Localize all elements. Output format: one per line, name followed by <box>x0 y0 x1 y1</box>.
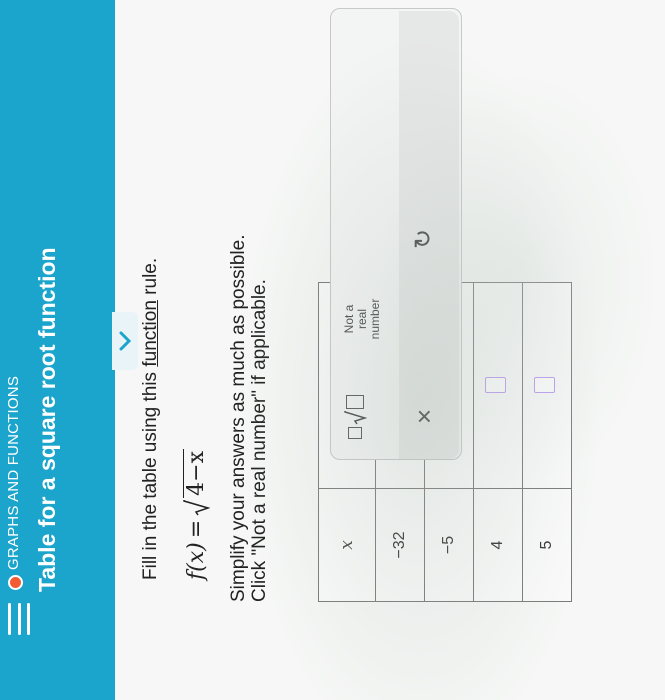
undo-button[interactable]: ↻ <box>409 229 438 249</box>
x-value: −5 <box>424 488 474 602</box>
table-row: 5 <box>522 282 572 602</box>
formula-equals: = <box>183 519 209 539</box>
header-bar: GRAPHS AND FUNCTIONS Table for a square … <box>0 0 115 700</box>
fx-cell <box>473 282 523 489</box>
not-real-line-3: number <box>368 298 382 340</box>
sqrt-icon <box>344 411 367 425</box>
function-link[interactable]: function <box>140 300 161 367</box>
radicand-box-icon <box>346 395 364 409</box>
answer-input[interactable] <box>534 377 555 394</box>
prompt-before: Fill in the table using this <box>140 366 161 580</box>
formula-lhs: f(x) <box>183 542 209 580</box>
x-value: 4 <box>473 488 523 602</box>
math-keypad: Not a real number × ↻ <box>330 8 462 460</box>
fx-cell <box>522 282 572 489</box>
answer-input[interactable] <box>485 377 506 394</box>
chevron-down-icon <box>119 331 132 351</box>
x-value: 5 <box>522 488 572 602</box>
table-row: 4 <box>473 282 523 602</box>
radical-sign-icon <box>183 499 210 516</box>
index-box-icon <box>348 427 362 439</box>
not-real-number-button[interactable]: Not a real number <box>342 284 382 354</box>
screen: GRAPHS AND FUNCTIONS Table for a square … <box>0 0 665 700</box>
page-title: Table for a square root function <box>34 247 60 592</box>
instructions-line-2: Click "Not a real number" if applicable. <box>249 279 270 602</box>
clear-button[interactable]: × <box>409 409 440 424</box>
prompt-after: rule. <box>140 257 161 301</box>
menu-icon[interactable] <box>8 603 30 635</box>
header-x: x <box>318 488 376 602</box>
instructions: Simplify your answers as much as possibl… <box>228 235 270 602</box>
x-value: −32 <box>375 488 425 602</box>
collapse-button[interactable] <box>112 312 138 370</box>
sqrt-button[interactable] <box>343 395 367 439</box>
category-dot-icon <box>8 575 23 590</box>
prompt-text: Fill in the table using this function ru… <box>140 258 162 580</box>
category-label: GRAPHS AND FUNCTIONS <box>5 375 22 570</box>
instructions-line-1: Simplify your answers as much as possibl… <box>228 234 249 602</box>
function-formula: f(x) = 4−x <box>182 449 210 580</box>
formula-radicand: 4−x <box>183 449 209 498</box>
